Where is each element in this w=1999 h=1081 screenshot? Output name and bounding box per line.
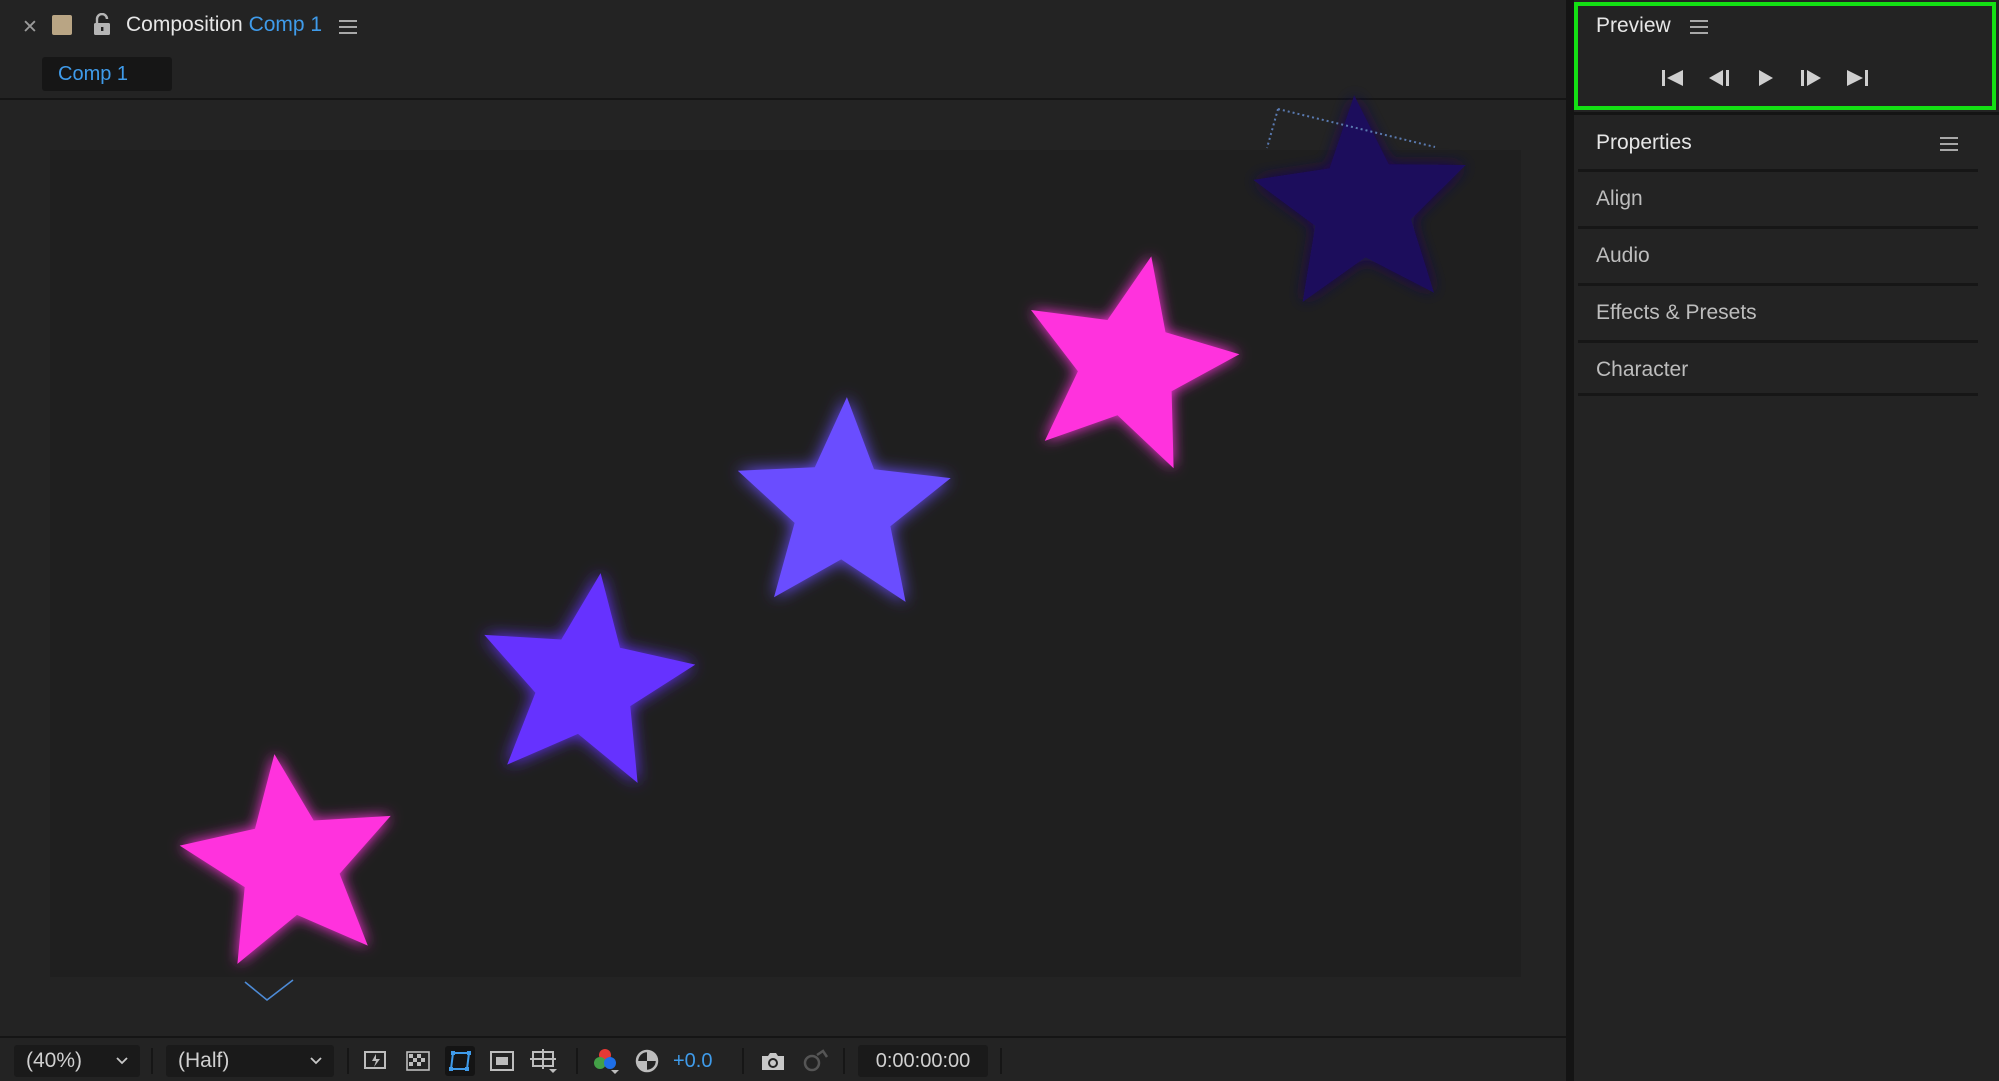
grid-guides-icon[interactable]: [529, 1046, 559, 1076]
anchor-point-marker[interactable]: [244, 979, 294, 1002]
star-shape-layer[interactable]: [179, 754, 391, 964]
close-panel-icon[interactable]: ✕: [22, 16, 38, 39]
previous-frame-icon: [1709, 70, 1729, 86]
star-shape-layer[interactable]: [737, 397, 951, 602]
fast-previews-icon[interactable]: [361, 1046, 391, 1076]
preview-panel: Preview: [1574, 0, 1999, 110]
resolution-dropdown[interactable]: (Half): [166, 1045, 334, 1077]
chevron-down-icon: [116, 1057, 128, 1065]
right-panel-column: Preview Properties Align Audio Effects &…: [1574, 0, 1999, 1081]
panel-item-character[interactable]: Character: [1578, 340, 1978, 396]
tab-comp-1[interactable]: Comp 1: [42, 57, 172, 91]
current-time-display[interactable]: 0:00:00:00: [858, 1045, 988, 1077]
hamburger-menu-icon[interactable]: [1690, 20, 1708, 34]
play-button[interactable]: [1751, 66, 1779, 90]
footer-separator: [1000, 1048, 1002, 1074]
camera-snapshot-icon[interactable]: [758, 1046, 788, 1076]
composition-footer-bar: (40%) (Half) +0.0 0:00:00:00: [0, 1036, 1566, 1081]
star-shape-layer[interactable]: [1253, 95, 1466, 302]
transparency-grid-icon[interactable]: [403, 1046, 433, 1076]
composition-viewer[interactable]: [5, 95, 1563, 1032]
footer-separator: [151, 1048, 153, 1074]
footer-separator: [576, 1048, 578, 1074]
stars-layer: [179, 95, 1466, 1002]
properties-panel: Properties Align Audio Effects & Presets…: [1574, 112, 1999, 1081]
footer-separator: [347, 1048, 349, 1074]
hamburger-menu-icon[interactable]: [1940, 137, 1958, 151]
lock-icon[interactable]: [92, 12, 112, 37]
resolution-value: (Half): [178, 1049, 230, 1072]
panel-item-effects-presets[interactable]: Effects & Presets: [1578, 283, 1978, 339]
properties-panel-title: Properties: [1596, 131, 1692, 154]
last-frame-icon: [1847, 70, 1868, 86]
panel-item-align[interactable]: Align: [1578, 169, 1978, 225]
after-effects-workspace: ✕ Composition Comp 1 Comp 1 (40%) (Half)…: [0, 0, 1999, 1081]
first-frame-button[interactable]: [1659, 66, 1687, 90]
last-frame-button[interactable]: [1843, 66, 1871, 90]
first-frame-icon: [1662, 70, 1683, 86]
next-frame-button[interactable]: [1797, 66, 1825, 90]
magnification-value: (40%): [26, 1049, 83, 1072]
preview-panel-title: Preview: [1596, 14, 1671, 37]
chevron-down-icon: [310, 1057, 322, 1065]
composition-panel: ✕ Composition Comp 1 Comp 1 (40%) (Half)…: [0, 0, 1566, 1081]
panel-divider[interactable]: [1566, 0, 1574, 1081]
composition-panel-header: ✕ Composition Comp 1: [0, 0, 1566, 52]
next-frame-icon: [1801, 70, 1821, 86]
color-channels-icon[interactable]: [590, 1046, 620, 1076]
composition-title-name[interactable]: Comp 1: [249, 13, 323, 36]
play-icon: [1759, 70, 1773, 86]
hamburger-menu-icon[interactable]: [339, 20, 357, 34]
composition-tab-strip: Comp 1: [0, 52, 1566, 100]
exposure-value[interactable]: +0.0: [673, 1050, 712, 1073]
star-shape-layer[interactable]: [1031, 256, 1240, 469]
previous-frame-button[interactable]: [1705, 66, 1733, 90]
show-snapshot-icon[interactable]: [800, 1046, 830, 1076]
footer-separator: [742, 1048, 744, 1074]
panel-item-audio[interactable]: Audio: [1578, 226, 1978, 282]
motion-path: [1266, 108, 1279, 149]
composition-title-prefix: Composition: [126, 13, 243, 36]
footer-separator: [843, 1048, 845, 1074]
label-color-swatch[interactable]: [52, 15, 72, 35]
region-of-interest-icon[interactable]: [487, 1046, 517, 1076]
reset-exposure-icon[interactable]: [632, 1046, 662, 1076]
magnification-dropdown[interactable]: (40%): [14, 1045, 140, 1077]
star-shape-layer[interactable]: [484, 573, 696, 783]
mask-path-visibility-icon[interactable]: [445, 1046, 475, 1076]
composition-panel-title: Composition Comp 1: [126, 13, 322, 37]
